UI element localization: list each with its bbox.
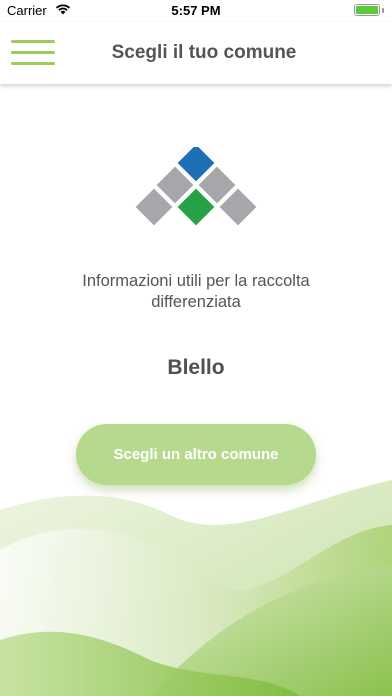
app-logo bbox=[135, 147, 257, 226]
app-header: Scegli il tuo comune bbox=[0, 22, 392, 84]
status-bar: Carrier 5:57 PM bbox=[0, 0, 392, 22]
info-text: Informazioni utili per la raccolta diffe… bbox=[82, 272, 310, 311]
page-title: Scegli il tuo comune bbox=[111, 42, 297, 63]
change-town-button[interactable]: Scegli un altro comune bbox=[76, 424, 316, 485]
selected-town-name: Blello bbox=[167, 356, 225, 379]
green-wave-background bbox=[0, 480, 392, 696]
battery-icon bbox=[354, 4, 380, 16]
battery-tip bbox=[382, 8, 384, 13]
clock: 5:57 PM bbox=[171, 3, 221, 18]
